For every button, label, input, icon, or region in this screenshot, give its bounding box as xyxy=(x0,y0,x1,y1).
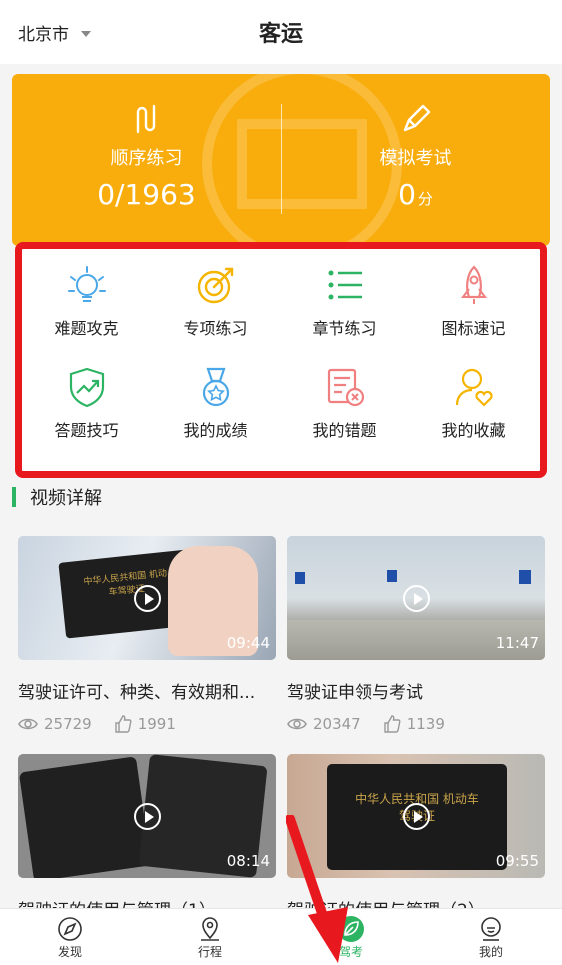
road-sign-icon xyxy=(519,570,531,584)
like-count: 1139 xyxy=(406,715,445,733)
grid-label: 答题技巧 xyxy=(54,421,119,440)
sequential-practice-label: 顺序练习 xyxy=(110,148,183,169)
sequential-practice-progress: 0/1963 xyxy=(97,178,196,211)
license-cover-image xyxy=(18,756,152,878)
mock-exam-score: 0分 xyxy=(398,178,433,211)
tab-label: 发现 xyxy=(57,945,82,959)
tab-discover[interactable]: 发现 xyxy=(25,915,115,960)
wrong-doc-icon xyxy=(327,368,364,407)
eye-icon xyxy=(287,718,307,730)
page-title: 客运 xyxy=(258,22,303,47)
annotation-arrow-icon xyxy=(286,815,348,963)
grid-item-special[interactable]: 专项练习 xyxy=(151,253,280,355)
video-title: 驾驶证许可、种类、有效期和... xyxy=(18,683,256,703)
video-title: 驾驶证申领与考试 xyxy=(287,683,423,703)
video-thumbnail[interactable]: 08:14 xyxy=(18,754,276,878)
video-duration: 08:14 xyxy=(226,852,270,870)
grid-item-difficult[interactable]: 难题攻克 xyxy=(22,253,151,355)
target-icon xyxy=(197,267,233,304)
like-count: 1991 xyxy=(137,715,176,733)
road-sign-icon xyxy=(295,572,305,584)
view-count: 20347 xyxy=(313,715,361,733)
video-thumbnail[interactable]: 中华人民共和国 机动车驾驶证 09:44 xyxy=(18,536,276,660)
section-title: 视频详解 xyxy=(12,486,102,509)
play-icon[interactable] xyxy=(403,803,430,830)
video-duration: 11:47 xyxy=(495,634,539,652)
top-header: 北京市 客运 xyxy=(0,0,562,64)
mock-exam-button[interactable]: 模拟考试 0分 xyxy=(281,102,550,211)
list-icon xyxy=(328,270,362,300)
video-duration: 09:55 xyxy=(495,852,539,870)
grid-item-score[interactable]: 我的成绩 xyxy=(151,355,280,457)
user-heart-icon xyxy=(455,368,493,407)
tab-trip[interactable]: 行程 xyxy=(165,915,255,960)
profile-icon xyxy=(481,917,501,941)
grid-label: 难题攻克 xyxy=(54,319,119,338)
grid-label: 专项练习 xyxy=(183,319,248,338)
play-icon[interactable] xyxy=(134,585,161,612)
grid-label: 图标速记 xyxy=(441,319,506,338)
grid-item-wrong[interactable]: 我的错题 xyxy=(280,355,409,457)
tab-label: 行程 xyxy=(197,945,222,959)
shield-trend-icon xyxy=(69,367,104,408)
mock-exam-label: 模拟考试 xyxy=(379,148,452,169)
path-icon xyxy=(136,104,155,134)
location-icon xyxy=(201,917,219,941)
medal-icon xyxy=(202,367,229,407)
feature-grid: 难题攻克 专项练习 章节练习 图标速记 答题技巧 我的成绩 我的错题 我的收藏 xyxy=(15,242,547,478)
grid-item-chapter[interactable]: 章节练习 xyxy=(280,253,409,355)
thumbs-up-icon xyxy=(115,715,132,733)
grid-item-favorites[interactable]: 我的收藏 xyxy=(409,355,538,457)
view-count: 25729 xyxy=(44,715,92,733)
bulb-icon xyxy=(67,266,106,302)
tab-label: 我的 xyxy=(478,945,503,959)
eye-icon xyxy=(18,718,38,730)
compass-icon xyxy=(58,917,82,941)
play-icon[interactable] xyxy=(403,585,430,612)
tab-mine[interactable]: 我的 xyxy=(446,915,536,960)
video-card[interactable]: 中华人民共和国 机动车驾驶证 09:44 驾驶证许可、种类、有效期和... 25… xyxy=(18,536,276,733)
grid-label: 我的成绩 xyxy=(183,421,248,440)
grid-item-signs[interactable]: 图标速记 xyxy=(409,253,538,355)
video-card[interactable]: 11:47 驾驶证申领与考试 20347 1139 xyxy=(287,536,545,733)
thumbs-up-icon xyxy=(384,715,401,733)
video-card[interactable]: 08:14 驾驶证的使用与管理（1） xyxy=(18,754,276,921)
video-thumbnail[interactable]: 11:47 xyxy=(287,536,545,660)
section-accent-bar xyxy=(12,487,16,507)
bottom-tab-bar: 发现 行程 驾考 我的 xyxy=(0,908,562,965)
video-duration: 09:44 xyxy=(226,634,270,652)
grid-label: 我的收藏 xyxy=(441,421,506,440)
rocket-icon xyxy=(460,265,487,304)
grid-label: 章节练习 xyxy=(312,319,377,338)
road-sign-icon xyxy=(387,570,397,582)
practice-banner: 顺序练习 0/1963 模拟考试 0分 xyxy=(12,74,550,246)
grid-item-tips[interactable]: 答题技巧 xyxy=(22,355,151,457)
grid-label: 我的错题 xyxy=(312,421,377,440)
play-icon[interactable] xyxy=(134,803,161,830)
pen-icon xyxy=(403,104,430,132)
sequential-practice-button[interactable]: 顺序练习 0/1963 xyxy=(12,102,281,211)
